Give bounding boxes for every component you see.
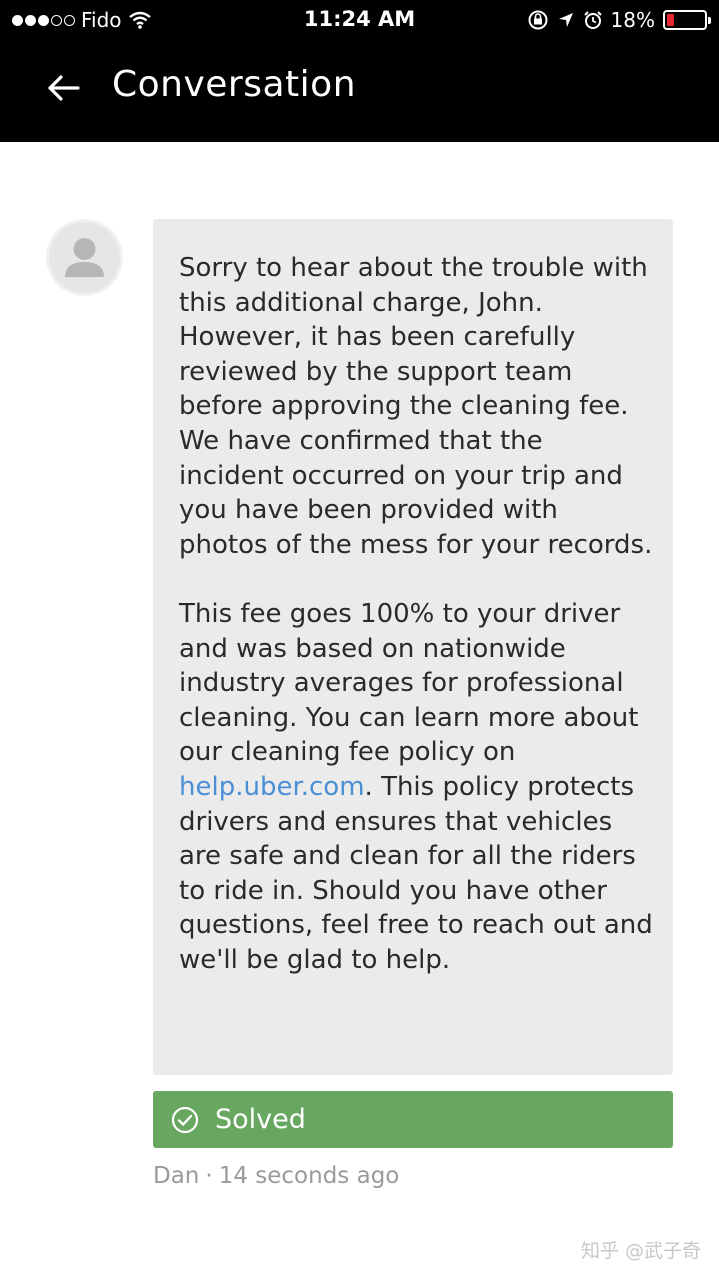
author-name: Dan bbox=[153, 1163, 200, 1189]
message-text-after-link: . This policy protects drivers and ensur… bbox=[179, 771, 653, 975]
message-paragraph-2: This fee goes 100% to your driver and wa… bbox=[179, 597, 653, 978]
meta-separator: · bbox=[205, 1163, 213, 1189]
message-paragraph-1: Sorry to hear about the trouble with thi… bbox=[179, 253, 653, 560]
battery-fill bbox=[667, 14, 675, 26]
message-text-before-link: This fee goes 100% to your driver and wa… bbox=[179, 598, 639, 768]
page-title: Conversation bbox=[112, 64, 357, 105]
battery-percent: 18% bbox=[610, 8, 655, 32]
message-bubble: Sorry to hear about the trouble with thi… bbox=[153, 219, 673, 1075]
status-bar: Fido 11:24 AM 18% bbox=[0, 0, 719, 40]
location-icon bbox=[558, 13, 573, 27]
nav-bar: Conversation bbox=[0, 40, 719, 142]
back-button[interactable] bbox=[40, 68, 86, 108]
status-right: 18% bbox=[527, 8, 711, 32]
watermark: 知乎 @武子奇 bbox=[580, 1240, 701, 1262]
status-label: Solved bbox=[215, 1104, 306, 1135]
orientation-lock-icon bbox=[528, 10, 548, 30]
message-timestamp: 14 seconds ago bbox=[218, 1163, 400, 1189]
message-meta: Dan · 14 seconds ago bbox=[153, 1163, 399, 1189]
battery-icon bbox=[663, 10, 711, 30]
alarm-icon bbox=[583, 11, 602, 29]
help-link[interactable]: help.uber.com bbox=[179, 772, 365, 802]
avatar bbox=[46, 219, 123, 296]
status-badge: Solved bbox=[153, 1091, 673, 1148]
back-arrow-icon bbox=[48, 75, 80, 101]
check-circle-icon bbox=[171, 1106, 199, 1133]
person-avatar-icon bbox=[65, 238, 104, 277]
